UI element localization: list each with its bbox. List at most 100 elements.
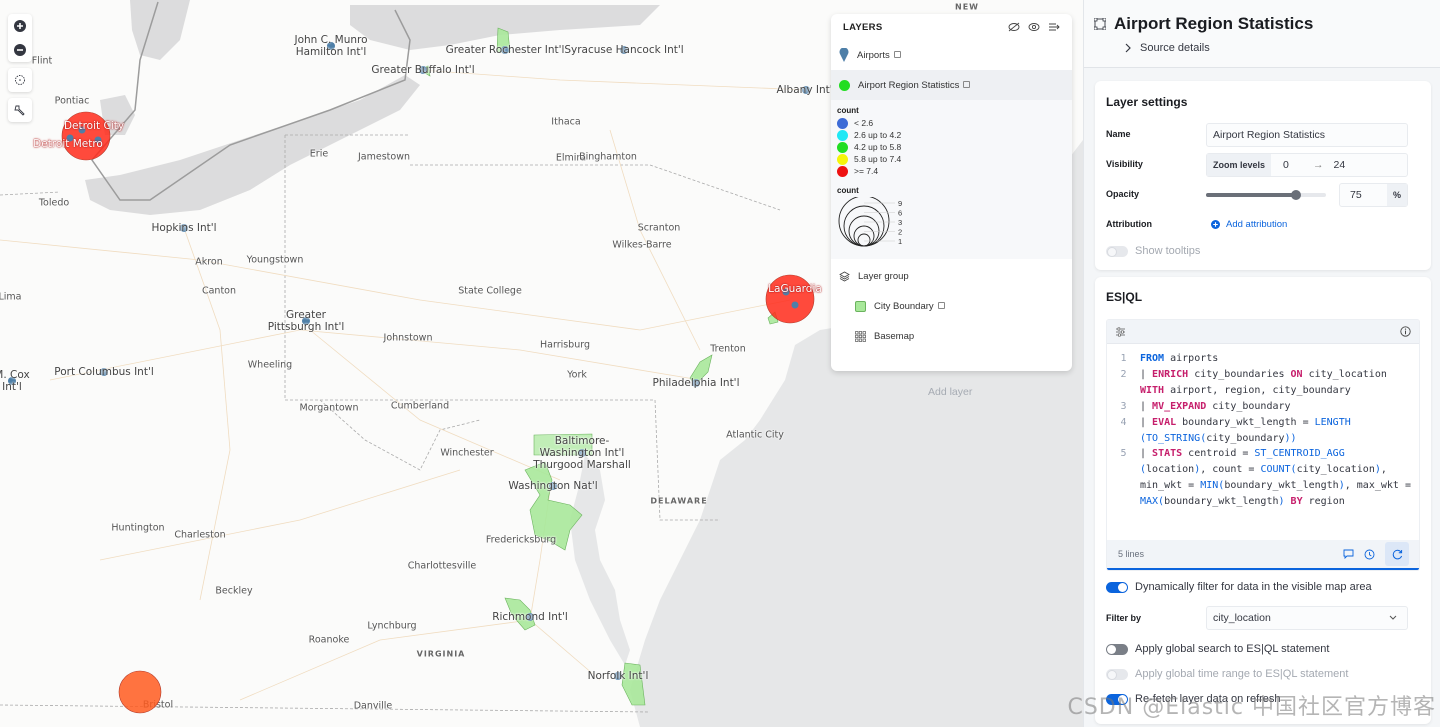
airport-label: Washington Nat'l bbox=[508, 480, 598, 492]
layer-item-airports[interactable]: Airports bbox=[831, 40, 1072, 70]
layers-title: LAYERS bbox=[843, 21, 883, 33]
refetch-label: Re-fetch layer data on refresh bbox=[1135, 693, 1281, 705]
layer-checkbox[interactable] bbox=[937, 302, 945, 310]
app-root: Flint Pontiac Toledo Erie Jamestown Ithaca Elm… bbox=[0, 0, 1440, 727]
show-tooltips-toggle[interactable] bbox=[1106, 245, 1128, 257]
color-legend-item: < 2.6 bbox=[837, 117, 1066, 129]
circle-icon bbox=[839, 79, 850, 91]
layer-item-city-boundary[interactable]: City Boundary bbox=[831, 291, 1072, 321]
layer-name-input[interactable]: Airport Region Statistics bbox=[1206, 123, 1408, 147]
layer-details-panel: Airport Region Statistics Source details… bbox=[1083, 0, 1440, 727]
layer-item-basemap[interactable]: Basemap bbox=[831, 321, 1072, 351]
zoom-max-input[interactable]: 24 bbox=[1334, 159, 1346, 171]
airport-label: Syracuse Hancock Int'l bbox=[564, 44, 684, 56]
editor-toolbar bbox=[1107, 320, 1419, 344]
airport-marker[interactable] bbox=[791, 301, 799, 309]
airport-label: Greater Buffalo Int'l bbox=[371, 64, 475, 76]
map-canvas[interactable]: Flint Pontiac Toledo Erie Jamestown Ithaca Elm… bbox=[0, 0, 1083, 727]
zoom-range-input: Zoom levels 0 → 24 bbox=[1206, 153, 1408, 177]
color-swatch bbox=[837, 165, 848, 177]
layer-group-name: Layer group bbox=[858, 270, 909, 282]
layer-name: City Boundary bbox=[874, 301, 945, 312]
layer-checkbox[interactable] bbox=[963, 81, 971, 89]
layers-stack-icon bbox=[839, 271, 850, 281]
size-legend-label: 1 bbox=[898, 237, 902, 246]
layer-item-airport-region-statistics[interactable]: Airport Region Statistics bbox=[831, 70, 1072, 100]
color-swatch bbox=[837, 129, 848, 141]
airport-label: John C. Munro Hamilton Int'l bbox=[294, 34, 368, 58]
global-time-toggle[interactable] bbox=[1106, 668, 1128, 680]
collapse-panel-icon[interactable] bbox=[1048, 22, 1060, 32]
airport-label: Philadelphia Int'l bbox=[652, 377, 740, 389]
run-query-button[interactable] bbox=[1385, 542, 1409, 566]
zoom-min-input[interactable]: 0 bbox=[1283, 159, 1313, 171]
grid-icon bbox=[855, 330, 866, 342]
plus-circle-icon bbox=[1211, 220, 1220, 229]
code-line: 4 | EVAL boundary_wkt_length = LENGTH (TO… bbox=[1107, 415, 1419, 447]
code-text: | EVAL boundary_wkt_length = LENGTH (TO_… bbox=[1140, 416, 1357, 444]
plus-icon bbox=[14, 20, 26, 32]
zoom-in-button[interactable] bbox=[8, 14, 32, 38]
source-details-label: Source details bbox=[1140, 42, 1210, 54]
add-layer-button[interactable]: Add layer bbox=[928, 386, 972, 398]
global-search-label: Apply global search to ES|QL statement bbox=[1135, 643, 1330, 655]
comment-icon[interactable] bbox=[1343, 549, 1354, 559]
polygon-swatch-icon bbox=[855, 300, 866, 312]
code-line: 5 | STATS centroid = ST_CENTROID_AGG (loc… bbox=[1107, 446, 1419, 510]
opacity-value: 75 bbox=[1350, 189, 1362, 201]
color-legend-label: 5.8 up to 7.4 bbox=[854, 154, 902, 164]
airport-label: Norfolk Int'l bbox=[587, 670, 649, 682]
history-icon[interactable] bbox=[1364, 549, 1375, 560]
airport-label: Detroit Metro bbox=[33, 138, 103, 150]
region-stat-circle[interactable] bbox=[118, 670, 162, 714]
settings-sliders-icon[interactable] bbox=[1115, 327, 1126, 337]
tools-button[interactable] bbox=[8, 98, 32, 122]
refetch-toggle[interactable] bbox=[1106, 693, 1128, 705]
code-text: | MV_EXPAND city_boundary bbox=[1140, 400, 1291, 412]
size-legend-circle bbox=[848, 215, 880, 247]
tools-control bbox=[8, 98, 32, 122]
refetch-row: Re-fetch layer data on refresh bbox=[1106, 693, 1281, 705]
airport-label: Greater Rochester Int'l bbox=[445, 44, 565, 56]
esql-editor[interactable]: 1 FROM airports 2 | ENRICH city_boundaries … bbox=[1106, 319, 1420, 571]
global-search-toggle[interactable] bbox=[1106, 643, 1128, 655]
line-number: 5 bbox=[1120, 448, 1127, 460]
filter-by-value: city_location bbox=[1213, 612, 1271, 624]
locate-control bbox=[8, 68, 32, 92]
size-legend-label: 3 bbox=[898, 218, 902, 227]
source-details-toggle[interactable]: Source details bbox=[1124, 42, 1440, 54]
info-icon[interactable] bbox=[1400, 326, 1411, 337]
airport-label: M. CoxInt'l bbox=[0, 369, 30, 393]
show-tooltips-label: Show tooltips bbox=[1135, 245, 1201, 257]
global-time-row: Apply global time range to ES|QL stateme… bbox=[1106, 668, 1348, 680]
panel-title: Airport Region Statistics bbox=[1114, 14, 1314, 33]
size-legend-circle bbox=[838, 195, 890, 247]
chevron-down-icon bbox=[1389, 615, 1397, 620]
color-swatch bbox=[837, 141, 848, 153]
color-legend: < 2.6 2.6 up to 4.2 4.2 up to 5.8 5.8 up to… bbox=[837, 117, 1066, 177]
esql-card: ES|QL 1 FROM airports 2 | ENRICH city_bound… bbox=[1095, 277, 1431, 724]
hide-all-icon[interactable] bbox=[1008, 22, 1020, 32]
filter-by-label: Filter by bbox=[1106, 613, 1142, 623]
color-swatch bbox=[837, 117, 848, 129]
layer-settings-card: Layer settings Name Airport Region Stati… bbox=[1095, 81, 1431, 270]
show-all-icon[interactable] bbox=[1028, 22, 1040, 32]
layer-checkbox[interactable] bbox=[893, 51, 901, 59]
esql-code[interactable]: 1 FROM airports 2 | ENRICH city_boundaries … bbox=[1107, 344, 1419, 510]
code-text: | ENRICH city_boundaries ON city_locatio… bbox=[1140, 368, 1393, 396]
size-legend: 96321 bbox=[838, 195, 902, 247]
size-legend-label: 2 bbox=[898, 228, 902, 237]
layers-panel: LAYERS Airports Airport Region Statistic… bbox=[831, 14, 1072, 371]
layer-group-row[interactable]: Layer group bbox=[831, 261, 1072, 291]
vector-icon bbox=[1094, 18, 1106, 30]
zoom-out-button[interactable] bbox=[8, 38, 32, 62]
opacity-slider[interactable] bbox=[1206, 190, 1326, 200]
opacity-slider-thumb[interactable] bbox=[1291, 190, 1301, 200]
dynamic-filter-toggle[interactable] bbox=[1106, 581, 1128, 593]
opacity-input[interactable]: 75 % bbox=[1339, 183, 1408, 207]
filter-by-select[interactable]: city_location bbox=[1206, 606, 1408, 630]
airport-label: Albany Int'l bbox=[776, 84, 836, 96]
add-attribution-button[interactable]: Add attribution bbox=[1211, 219, 1287, 230]
locate-button[interactable] bbox=[8, 68, 32, 92]
visibility-label: Visibility bbox=[1106, 159, 1143, 169]
